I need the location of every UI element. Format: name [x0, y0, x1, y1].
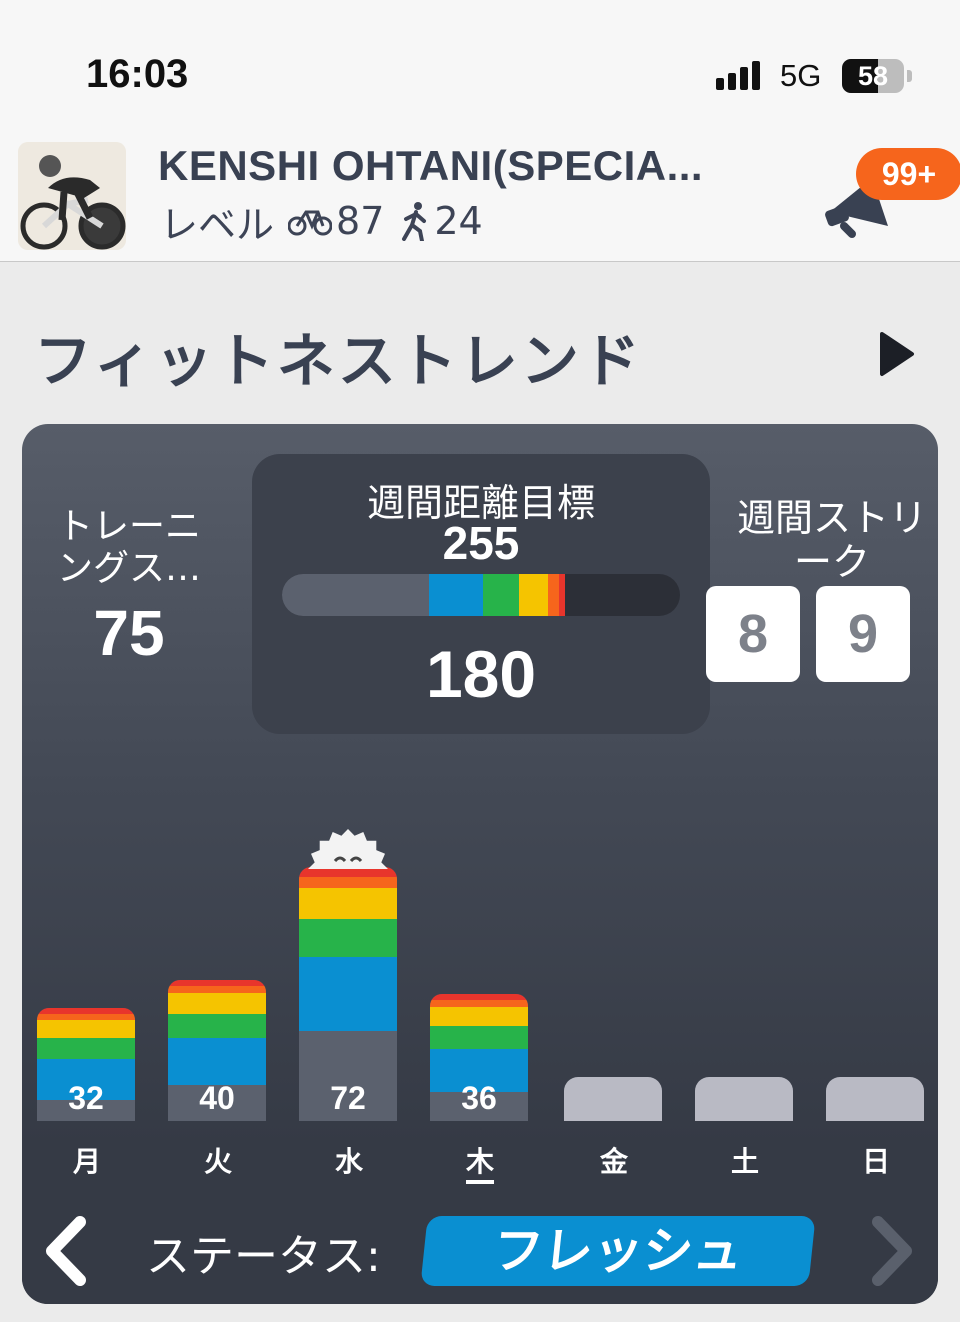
- bar[interactable]: [695, 1077, 793, 1121]
- day-label: 月: [72, 1145, 101, 1178]
- bar[interactable]: [826, 1077, 924, 1121]
- clock: 16:03: [86, 52, 189, 96]
- mascot-icon: [308, 829, 388, 869]
- bar-segment: [168, 986, 266, 994]
- bar[interactable]: 32: [37, 1008, 135, 1121]
- bar[interactable]: 36: [430, 994, 528, 1121]
- bar-value-label: 40: [199, 1079, 235, 1116]
- status-label: ステータス:: [146, 1231, 381, 1282]
- day-label: 土: [730, 1145, 759, 1178]
- profile-name[interactable]: KENSHI OHTANI(SPECIA...: [158, 142, 703, 190]
- profile-header[interactable]: KENSHI OHTANI(SPECIA... レベル 87 24 99+: [0, 130, 960, 262]
- signal-strength-icon: [716, 61, 760, 90]
- level-label: レベル: [160, 202, 275, 247]
- bar-segment: [430, 1000, 528, 1007]
- chevron-left-icon[interactable]: [40, 1216, 90, 1286]
- bar[interactable]: [564, 1077, 662, 1121]
- cycling-level: 87: [336, 199, 385, 243]
- running-level: 24: [434, 199, 483, 243]
- bicycle-icon: [288, 210, 333, 236]
- day-label: 火: [203, 1145, 232, 1178]
- battery-percent: 58: [857, 61, 889, 91]
- bar-segment: [37, 1020, 135, 1038]
- fitness-card: トレーニングス… 75 週間距離目標 255 180 週間ストリーク 8 9 3…: [22, 424, 938, 1304]
- status-footer: ステータス: フレッシュ: [22, 1198, 938, 1304]
- network-type: 5G: [780, 58, 822, 93]
- bar[interactable]: 72: [299, 867, 397, 1121]
- bar-segment: [37, 1037, 135, 1060]
- chevron-right-icon[interactable]: [868, 1216, 918, 1286]
- runner-icon: [402, 202, 427, 241]
- avatar[interactable]: [18, 142, 126, 250]
- bar-segment: [168, 1038, 266, 1086]
- day-label: 水: [334, 1145, 363, 1178]
- bar-segment: [430, 1025, 528, 1049]
- bar[interactable]: 40: [168, 979, 266, 1121]
- bar-segment: [299, 876, 397, 888]
- battery-tip: [907, 70, 912, 82]
- status-bar: 16:03 5G 58: [0, 0, 960, 130]
- bar-value-label: 36: [461, 1080, 497, 1116]
- weekly-bar-chart: 32 月 40 火 72 水 36 木 金 土 日: [22, 424, 938, 1304]
- bar-segment: [299, 957, 397, 1031]
- notification-badge[interactable]: 99+: [856, 148, 960, 200]
- status-badge: フレッシュ: [420, 1216, 816, 1286]
- bar-segment: [299, 919, 397, 958]
- day-label: 木: [430, 1140, 530, 1184]
- section-title: フィットネストレンド: [34, 327, 643, 395]
- bar-segment: [299, 887, 397, 920]
- play-arrow-icon[interactable]: [876, 330, 916, 378]
- levels-row: レベル 87 24: [160, 196, 499, 247]
- day-label: 日: [861, 1145, 890, 1178]
- bar-value-label: 72: [330, 1080, 366, 1116]
- bar-segment: [168, 993, 266, 1014]
- bar-value-label: 32: [68, 1079, 104, 1116]
- bar-segment: [168, 1013, 266, 1039]
- battery-icon: 58: [842, 59, 904, 93]
- bar-segment: [430, 1006, 528, 1026]
- day-label: 金: [599, 1145, 628, 1178]
